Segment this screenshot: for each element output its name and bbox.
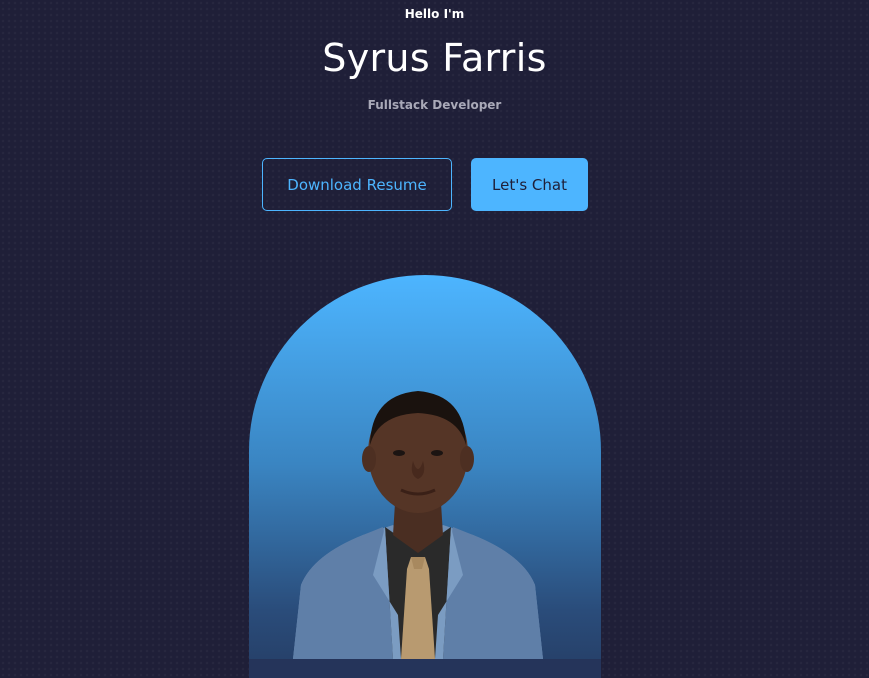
portrait-frame bbox=[249, 275, 601, 678]
greeting-text: Hello I'm bbox=[404, 7, 465, 21]
profile-photo bbox=[293, 391, 543, 659]
page-title: Syrus Farris bbox=[322, 36, 547, 80]
role-subtitle: Fullstack Developer bbox=[367, 98, 502, 112]
portrait-frame-base bbox=[249, 659, 601, 678]
download-resume-button[interactable]: Download Resume bbox=[262, 158, 452, 211]
hero-section: Hello I'm Syrus Farris Fullstack Develop… bbox=[0, 0, 869, 678]
cta-buttons: Download Resume Let's Chat bbox=[262, 158, 588, 211]
lets-chat-button[interactable]: Let's Chat bbox=[471, 158, 588, 211]
